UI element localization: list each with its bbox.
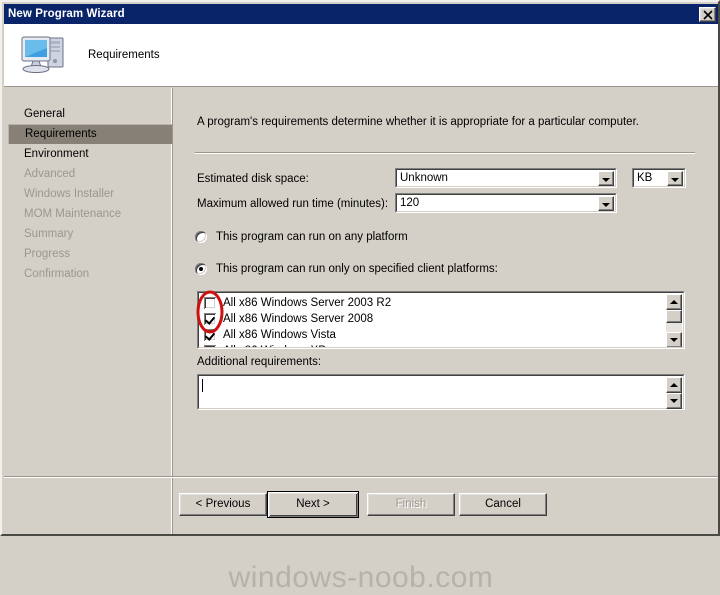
scrollbar-track[interactable] xyxy=(666,310,682,332)
intro-text: A program's requirements determine wheth… xyxy=(197,116,639,128)
next-button[interactable]: Next > xyxy=(267,491,359,518)
list-item-label: All x86 Windows Vista xyxy=(223,329,336,341)
list-item-label: All x86 Windows XP xyxy=(223,345,326,347)
button-bar: < Previous Next > Finish Cancel xyxy=(4,491,718,521)
radio-icon xyxy=(195,231,207,243)
chevron-down-icon[interactable] xyxy=(598,170,614,186)
button-bar-divider xyxy=(4,476,718,478)
radio-specified-platforms[interactable]: This program can run only on specified c… xyxy=(195,263,498,275)
chevron-down-icon[interactable] xyxy=(598,195,614,211)
wizard-window: New Program Wizard Requirements General … xyxy=(0,0,720,594)
list-item[interactable]: All x86 Windows Server 2003 R2 xyxy=(201,295,653,311)
radio-selected-icon xyxy=(195,263,207,275)
computer-icon xyxy=(18,32,70,78)
scrollbar-thumb[interactable] xyxy=(666,310,682,323)
sidebar-item-label: Confirmation xyxy=(24,268,90,280)
sidebar-item-summary: Summary xyxy=(4,224,172,244)
wizard-body: General Requirements Environment Advance… xyxy=(4,88,718,594)
scroll-up-icon[interactable] xyxy=(666,294,682,310)
list-item[interactable]: All x86 Windows Vista xyxy=(201,327,653,343)
list-item-label: All x86 Windows Server 2008 xyxy=(223,313,374,325)
cancel-button[interactable]: Cancel xyxy=(459,493,547,516)
sidebar-item-label: Requirements xyxy=(25,128,97,140)
watermark: windows-noob.com xyxy=(228,561,494,594)
sidebar-item-advanced: Advanced xyxy=(4,164,172,184)
wizard-header: Requirements xyxy=(4,24,718,87)
additional-requirements-input[interactable] xyxy=(197,374,685,410)
radio-any-platform[interactable]: This program can run on any platform xyxy=(195,231,408,243)
finish-button: Finish xyxy=(367,493,455,516)
list-item[interactable]: All x86 Windows XP xyxy=(201,343,653,347)
additional-requirements-label: Additional requirements: xyxy=(197,356,322,368)
run-time-combo[interactable]: 120 xyxy=(395,193,617,213)
disk-space-unit-combo[interactable]: KB xyxy=(632,168,686,188)
scroll-down-icon[interactable] xyxy=(666,393,682,409)
sidebar-item-label: Windows Installer xyxy=(24,188,115,200)
disk-space-value: Unknown xyxy=(400,172,448,184)
sidebar-item-label: General xyxy=(24,108,65,120)
sidebar-item-requirements[interactable]: Requirements xyxy=(8,124,172,144)
top-divider xyxy=(195,152,695,154)
sidebar-item-label: Advanced xyxy=(24,168,76,180)
text-caret xyxy=(202,379,203,392)
close-button[interactable] xyxy=(699,6,716,22)
checkbox-checked-icon[interactable] xyxy=(204,329,216,341)
sidebar-item-windows-installer: Windows Installer xyxy=(4,184,172,204)
previous-button[interactable]: < Previous xyxy=(179,493,267,516)
radio-specified-platforms-label: This program can run only on specified c… xyxy=(216,263,498,275)
run-time-label: Maximum allowed run time (minutes): xyxy=(197,198,389,210)
sidebar-item-progress: Progress xyxy=(4,244,172,264)
chevron-down-icon[interactable] xyxy=(667,170,683,186)
disk-space-unit-value: KB xyxy=(637,172,653,184)
platform-rows: All x86 Windows Server 2003 R2 All x86 W… xyxy=(201,295,653,347)
sidebar-item-confirmation: Confirmation xyxy=(4,264,172,284)
scroll-down-icon[interactable] xyxy=(666,332,682,347)
title-bar: New Program Wizard xyxy=(4,4,718,24)
scroll-up-icon[interactable] xyxy=(666,377,682,393)
radio-any-platform-label: This program can run on any platform xyxy=(216,231,408,243)
close-icon xyxy=(703,9,713,20)
sidebar-item-label: Summary xyxy=(24,228,74,240)
checkbox-checked-icon[interactable] xyxy=(204,313,216,325)
platform-list[interactable]: All x86 Windows Server 2003 R2 All x86 W… xyxy=(197,291,685,349)
additional-requirements-scrollbar[interactable] xyxy=(666,377,682,409)
sidebar-item-mom-maintenance: MOM Maintenance xyxy=(4,204,172,224)
checkbox-icon[interactable] xyxy=(204,345,216,347)
sidebar-item-general[interactable]: General xyxy=(4,104,172,124)
checkbox-icon[interactable] xyxy=(204,297,216,309)
sidebar-item-label: MOM Maintenance xyxy=(24,208,122,220)
disk-space-label: Estimated disk space: xyxy=(197,173,309,185)
sidebar-list: General Requirements Environment Advance… xyxy=(4,104,172,284)
sidebar: General Requirements Environment Advance… xyxy=(4,88,172,534)
disk-space-combo[interactable]: Unknown xyxy=(395,168,617,188)
list-item[interactable]: All x86 Windows Server 2008 xyxy=(201,311,653,327)
list-item-label: All x86 Windows Server 2003 R2 xyxy=(223,297,392,309)
run-time-value: 120 xyxy=(400,197,420,209)
window-title: New Program Wizard xyxy=(8,8,125,20)
content-panel: A program's requirements determine wheth… xyxy=(173,88,718,534)
sidebar-item-label: Environment xyxy=(24,148,89,160)
sidebar-item-environment[interactable]: Environment xyxy=(4,144,172,164)
page-title: Requirements xyxy=(88,49,160,61)
platform-list-scrollbar[interactable] xyxy=(666,294,682,347)
sidebar-item-label: Progress xyxy=(24,248,71,260)
